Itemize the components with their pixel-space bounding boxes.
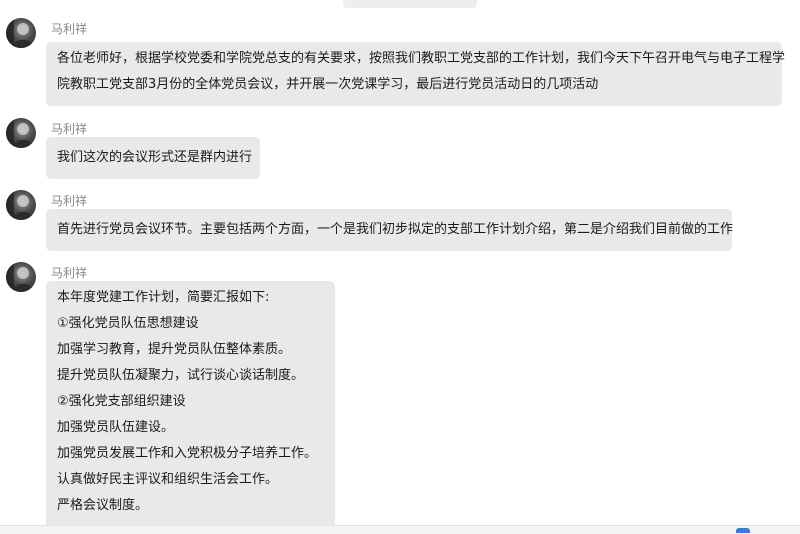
avatar[interactable] bbox=[6, 190, 36, 220]
message-line: 加强学习教育，提升党员队伍整体素质。 bbox=[57, 342, 292, 357]
message-bubble[interactable]: 首先进行党员会议环节。主要包括两个方面，一个是我们初步拟定的支部工作计划介绍，第… bbox=[46, 209, 734, 251]
scroll-indicator[interactable] bbox=[736, 528, 750, 533]
sender-name: 马利祥 bbox=[51, 194, 88, 208]
sender-name: 马利祥 bbox=[51, 22, 88, 36]
message-line: ①强化党员队伍思想建设 bbox=[57, 316, 199, 331]
message-line: 加强党员发展工作和入党积极分子培养工作。 bbox=[57, 446, 318, 461]
sender-name: 马利祥 bbox=[51, 122, 88, 136]
message-line: 我们这次的会议形式还是群内进行 bbox=[57, 150, 253, 165]
sender-name: 马利祥 bbox=[51, 266, 88, 280]
message-bubble[interactable]: 我们这次的会议形式还是群内进行 bbox=[46, 137, 260, 179]
previous-message-fragment bbox=[343, 0, 477, 8]
message-bubble[interactable]: 本年度党建工作计划，简要汇报如下: ①强化党员队伍思想建设 加强学习教育，提升党… bbox=[46, 281, 335, 533]
avatar[interactable] bbox=[6, 118, 36, 148]
message-line: 严格会议制度。 bbox=[57, 498, 149, 513]
avatar[interactable] bbox=[6, 18, 36, 48]
message-line: 院教职工党支部3月份的全体党员会议，并开展一次党课学习，最后进行党员活动日的几项… bbox=[57, 77, 599, 92]
message-line: 本年度党建工作计划，简要汇报如下: bbox=[57, 290, 270, 305]
message-bubble[interactable]: 各位老师好，根据学校党委和学院党总支的有关要求，按照我们教职工党支部的工作计划，… bbox=[46, 42, 786, 106]
message-line: 加强党员队伍建设。 bbox=[57, 420, 175, 435]
message-line: 认真做好民主评议和组织生活会工作。 bbox=[57, 472, 279, 487]
message-line: 各位老师好，根据学校党委和学院党总支的有关要求，按照我们教职工党支部的工作计划，… bbox=[57, 51, 786, 66]
message-line: ②强化党支部组织建设 bbox=[57, 394, 186, 409]
message-line: 提升党员队伍凝聚力，试行谈心谈话制度。 bbox=[57, 368, 305, 383]
avatar[interactable] bbox=[6, 262, 36, 292]
message-line: 首先进行党员会议环节。主要包括两个方面，一个是我们初步拟定的支部工作计划介绍，第… bbox=[57, 222, 734, 237]
